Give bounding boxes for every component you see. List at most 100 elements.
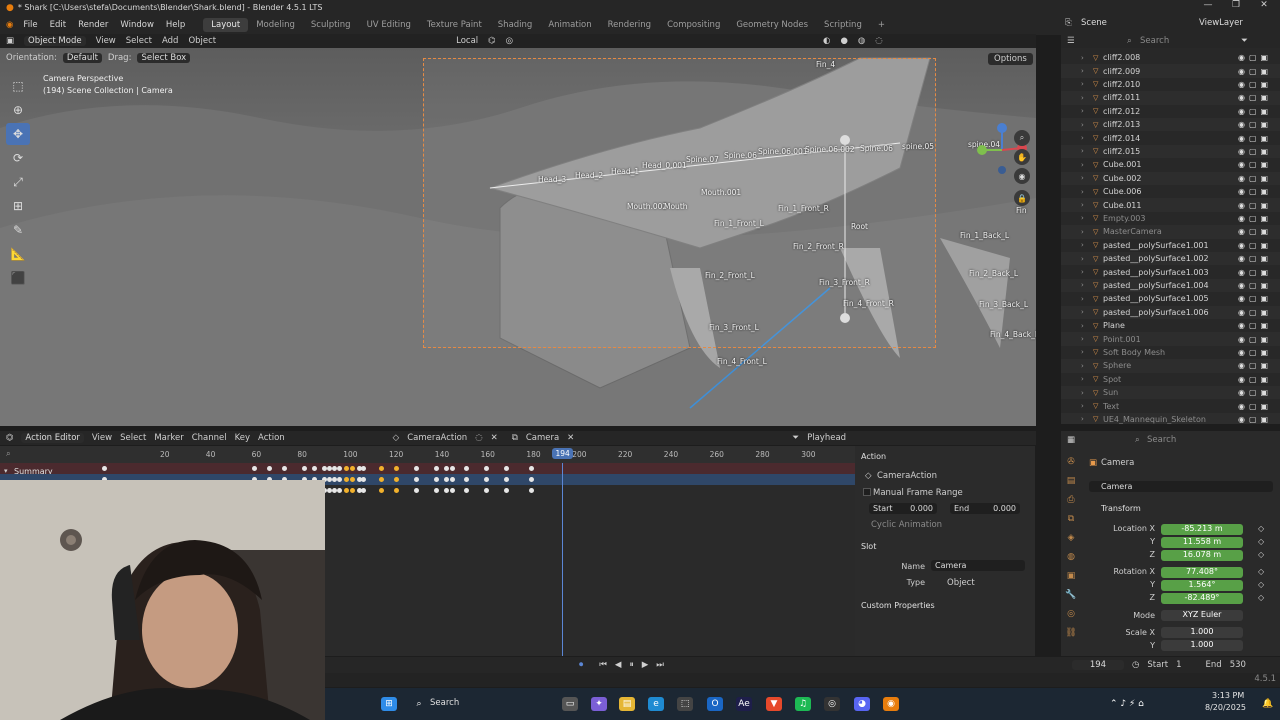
keyframe-dot[interactable] (394, 477, 399, 482)
move-tool-icon[interactable]: ✥ (6, 123, 30, 145)
visibility-icons[interactable]: ◉▢▣ (1238, 147, 1272, 156)
snap-icon[interactable]: ⌬ (488, 36, 495, 46)
visibility-icons[interactable]: ◉▢▣ (1238, 80, 1272, 89)
visibility-icons[interactable]: ◉▢▣ (1238, 321, 1272, 330)
frame-end-field[interactable]: End 0.000 (950, 503, 1020, 514)
outliner-item[interactable]: › ▽ cliff2.013 ◉▢▣ (1061, 118, 1280, 132)
task-view-icon[interactable]: ▭ (562, 697, 578, 711)
keyframe-dot[interactable] (379, 466, 384, 471)
expand-arrow-icon[interactable]: › (1081, 348, 1084, 356)
modifier-tab-icon[interactable]: 🔧 (1061, 585, 1081, 604)
outliner-item[interactable]: › ▽ cliff2.012 ◉▢▣ (1061, 105, 1280, 118)
outliner-item[interactable]: › ▽ Point.001 ◉▢▣ (1061, 332, 1280, 346)
rotate-tool-icon[interactable]: ⟳ (6, 147, 30, 169)
keyframe-dot[interactable] (464, 466, 469, 471)
keyframe-dot[interactable] (379, 488, 384, 493)
menu-help[interactable]: Help (160, 20, 191, 30)
keyframe-dot[interactable] (504, 488, 509, 493)
brave-icon[interactable]: ▼ (766, 697, 782, 711)
object-name-input[interactable]: Camera (1089, 481, 1273, 492)
action-name-field[interactable]: CameraAction (407, 433, 467, 443)
scale-y-field[interactable]: 1.000 (1161, 640, 1243, 651)
add-cube-tool-icon[interactable]: ⬛ (6, 267, 30, 289)
scale-tool-icon[interactable]: ⤢ (6, 171, 30, 193)
rotation-mode-dropdown[interactable]: XYZ Euler (1161, 610, 1243, 621)
visibility-icons[interactable]: ◉▢▣ (1238, 107, 1272, 116)
viewport-menu-object[interactable]: Object (188, 36, 216, 46)
step-forward-icon[interactable]: ▶ (642, 660, 649, 670)
file-explorer-icon[interactable]: ▤ (619, 697, 635, 711)
scene-tab-icon[interactable]: ◈ (1061, 528, 1081, 547)
slot-name-field[interactable]: Camera (526, 433, 559, 443)
outliner-item[interactable]: › ▽ Cube.001 ◉▢▣ (1061, 158, 1280, 171)
outliner-item[interactable]: › ▽ cliff2.014 ◉▢▣ (1061, 131, 1280, 144)
keyframe-dot[interactable] (434, 477, 439, 482)
properties-search-input[interactable]: Search (1147, 435, 1176, 445)
keyframe-diamond-icon[interactable]: ◇ (1258, 580, 1264, 589)
3d-viewport[interactable]: Fin_4 Head_3 Head_2 Head_1 Head_0.001 Sp… (0, 48, 1036, 426)
expand-arrow-icon[interactable]: › (1081, 295, 1084, 303)
keyframe-dot[interactable] (267, 466, 272, 471)
outliner-item[interactable]: › ▽ pasted__polySurface1.003 ◉▢▣ (1061, 265, 1280, 278)
unlink-slot-icon[interactable]: ✕ (567, 433, 574, 443)
tab-sculpting[interactable]: Sculpting (303, 18, 359, 32)
keyframe-dot[interactable] (484, 466, 489, 471)
expand-arrow-icon[interactable]: › (1081, 228, 1084, 236)
pan-hand-icon[interactable]: ✋ (1014, 149, 1030, 165)
manual-range-checkbox[interactable] (863, 488, 871, 496)
expand-arrow-icon[interactable]: › (1081, 281, 1084, 289)
notifications-icon[interactable]: 🔔 (1260, 697, 1276, 711)
visibility-icons[interactable]: ◉▢▣ (1238, 268, 1272, 277)
menu-file[interactable]: File (17, 20, 43, 30)
proportional-edit-icon[interactable]: ◎ (506, 36, 513, 46)
expand-arrow-icon[interactable]: › (1081, 54, 1084, 62)
tab-uv-editing[interactable]: UV Editing (359, 18, 419, 32)
expand-arrow-icon[interactable]: › (1081, 255, 1084, 263)
shading-material-icon[interactable]: ◍ (858, 36, 865, 46)
copilot-icon[interactable]: ✦ (591, 697, 607, 711)
view-layer-name[interactable]: ViewLayer (1199, 18, 1243, 28)
ae-menu-view[interactable]: View (92, 433, 112, 443)
cursor-tool-icon[interactable]: ⊕ (6, 99, 30, 121)
keyframe-row[interactable] (0, 463, 855, 474)
expand-arrow-icon[interactable]: › (1081, 121, 1084, 129)
outlook-icon[interactable]: O (707, 697, 723, 711)
visibility-icons[interactable]: ◉▢▣ (1238, 174, 1272, 183)
rotation-y-field[interactable]: 1.564° (1161, 580, 1243, 591)
rotation-x-field[interactable]: 77.408° (1161, 567, 1243, 578)
expand-arrow-icon[interactable]: › (1081, 107, 1084, 115)
keyframe-dot[interactable] (379, 477, 384, 482)
visibility-icons[interactable]: ◉▢▣ (1238, 241, 1272, 250)
outliner-item[interactable]: › ▽ Text ◉▢▣ (1061, 399, 1280, 412)
outliner-item[interactable]: › ▽ Cube.006 ◉▢▣ (1061, 185, 1280, 198)
keyframe-dot[interactable] (529, 488, 534, 493)
dopesheet-search-icon[interactable]: ⌕ (6, 449, 11, 459)
start-frame-field[interactable]: 1 (1176, 660, 1181, 670)
blender-menu-icon[interactable]: ◉ (6, 20, 13, 30)
menu-render[interactable]: Render (72, 20, 114, 30)
outliner-item[interactable]: › ▽ pasted__polySurface1.001 ◉▢▣ (1061, 239, 1280, 252)
expand-arrow-icon[interactable]: › (1081, 67, 1084, 75)
keyframe-diamond-icon[interactable]: ◇ (1258, 537, 1264, 546)
keyframe-dot[interactable] (450, 488, 455, 493)
expand-arrow-icon[interactable]: › (1081, 80, 1084, 88)
action-browse-icon[interactable]: ◇ (393, 433, 400, 443)
keyframe-dot[interactable] (504, 466, 509, 471)
outliner-item[interactable]: › ▽ Empty.003 ◉▢▣ (1061, 212, 1280, 225)
end-frame-field[interactable]: 530 (1230, 660, 1246, 670)
visibility-icons[interactable]: ◉▢▣ (1238, 281, 1272, 290)
current-frame-badge[interactable]: 194 (552, 448, 573, 459)
ae-menu-key[interactable]: Key (235, 433, 250, 443)
keyframe-dot[interactable] (344, 488, 349, 493)
step-back-icon[interactable]: ◀ (615, 660, 622, 670)
visibility-icons[interactable]: ◉▢▣ (1238, 375, 1272, 384)
keyframe-dot[interactable] (361, 488, 366, 493)
location-x-field[interactable]: -85.213 m (1161, 524, 1243, 535)
lock-icon[interactable]: 🔒 (1014, 190, 1030, 206)
keyframe-dot[interactable] (350, 466, 355, 471)
outliner-item[interactable]: › ▽ UE4_Mannequin_Skeleton ◉▢▣ (1061, 412, 1280, 424)
visibility-icons[interactable]: ◉▢▣ (1238, 388, 1272, 397)
scale-x-field[interactable]: 1.000 (1161, 627, 1243, 638)
outliner-item[interactable]: › ▽ Spot ◉▢▣ (1061, 373, 1280, 386)
keyframe-dot[interactable] (414, 488, 419, 493)
